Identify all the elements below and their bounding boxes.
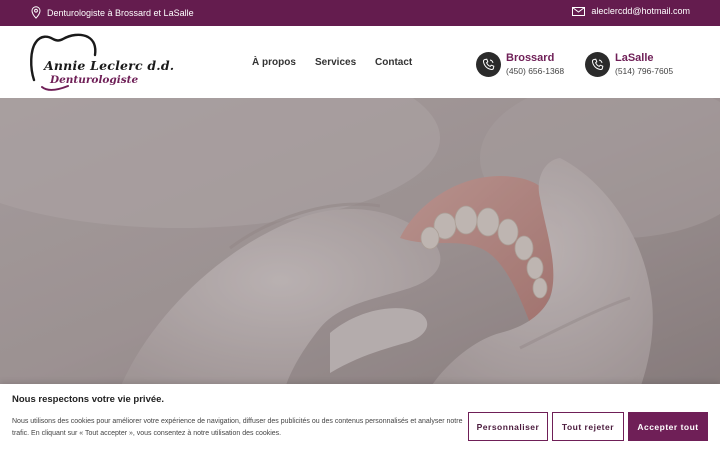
accept-all-button[interactable]: Accepter tout (628, 412, 708, 441)
envelope-icon (572, 6, 586, 16)
reject-all-button[interactable]: Tout rejeter (552, 412, 624, 441)
location-info: Denturologiste à Brossard et LaSalle (31, 6, 194, 19)
nav-item-contact[interactable]: Contact (375, 57, 412, 68)
site-header: Annie Leclerc d.d. Denturologiste À prop… (0, 26, 720, 98)
location-text: Denturologiste à Brossard et LaSalle (47, 7, 194, 18)
top-bar: Denturologiste à Brossard et LaSalle ale… (0, 0, 720, 26)
cookie-banner: Nous respectons votre vie privée. Nous u… (0, 384, 720, 450)
phone-icon (476, 52, 501, 77)
nav-item-services[interactable]: Services (315, 57, 356, 68)
logo-name: Annie Leclerc d.d. (44, 58, 175, 73)
phone-icon (585, 52, 610, 77)
logo-tagline: Denturologiste (50, 74, 139, 86)
email-text[interactable]: aleclercdd@hotmail.com (591, 6, 690, 16)
cookie-description: Nous utilisons des cookies pour améliore… (12, 418, 463, 437)
map-pin-icon (31, 6, 41, 19)
phone-number[interactable]: (514) 796-7605 (615, 66, 673, 76)
site-logo[interactable]: Annie Leclerc d.d. Denturologiste (28, 30, 174, 94)
phone-city: Brossard (506, 52, 555, 64)
cookie-title: Nous respectons votre vie privée. (12, 394, 165, 405)
nav-item-a-propos[interactable]: À propos (252, 57, 296, 68)
customize-button[interactable]: Personnaliser (468, 412, 548, 441)
email-link[interactable]: aleclercdd@hotmail.com (572, 6, 690, 16)
phone-number[interactable]: (450) 656-1368 (506, 66, 564, 76)
hero-image (0, 98, 720, 388)
phone-city: LaSalle (615, 52, 654, 64)
